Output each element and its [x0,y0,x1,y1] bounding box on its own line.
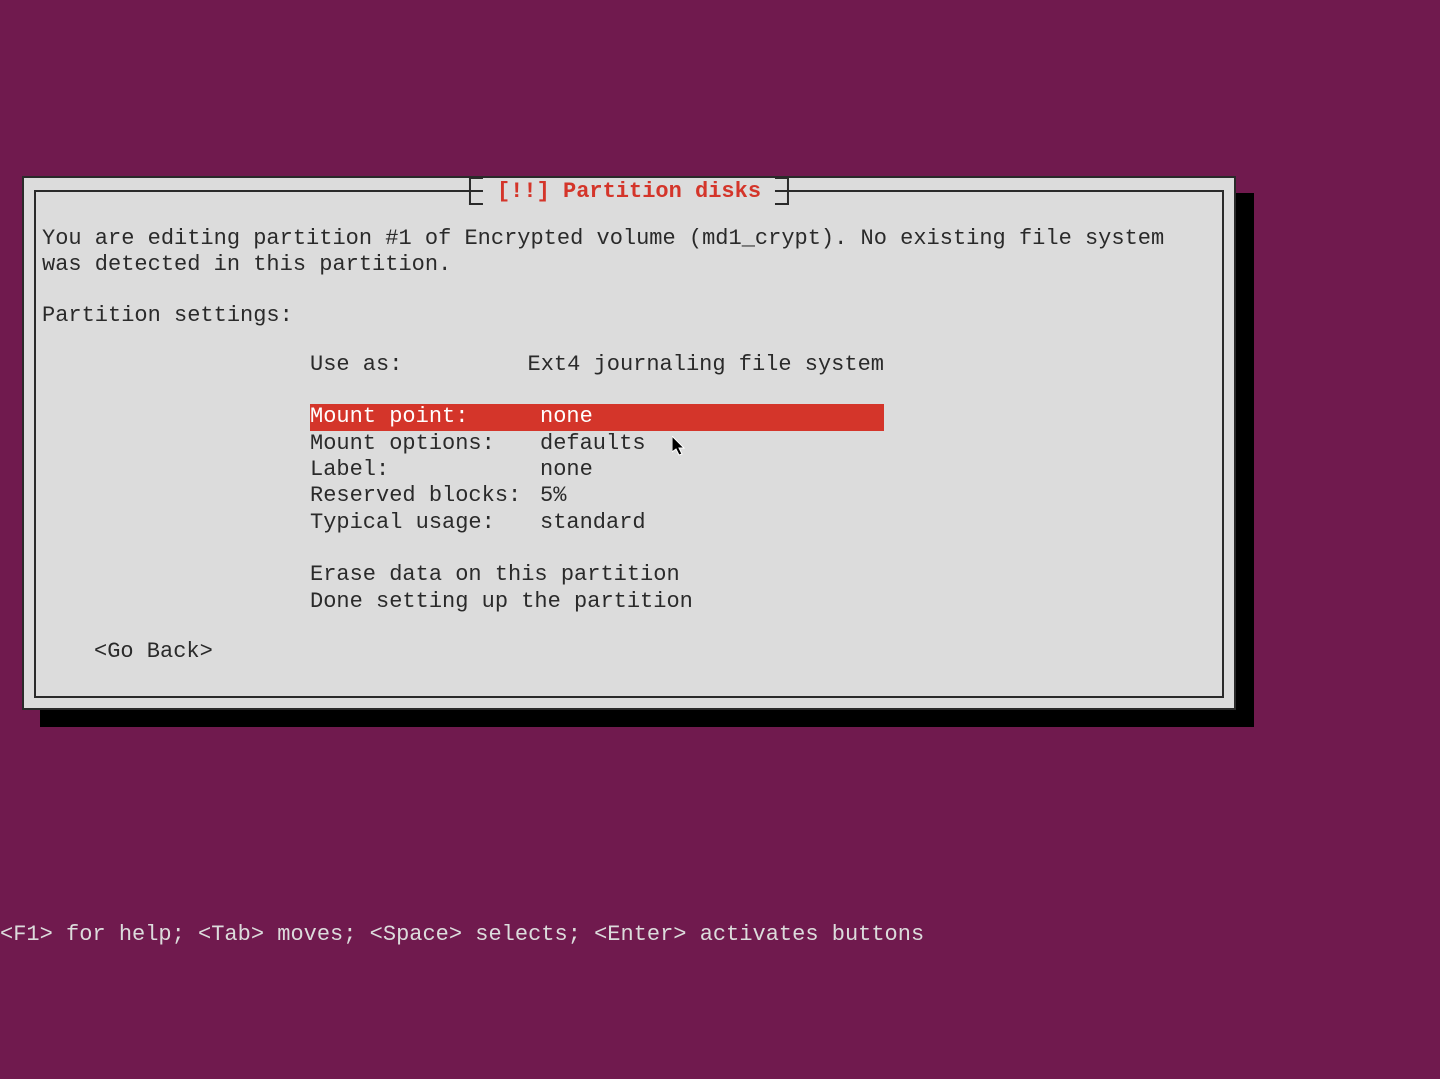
title-bracket-left [469,177,483,205]
dialog-title: [!!] Partition disks [483,179,775,204]
dialog-inner-border [34,190,1224,698]
partition-dialog: [!!] Partition disks You are editing par… [22,176,1236,710]
dialog-title-wrap: [!!] Partition disks [469,178,789,205]
title-bracket-right [775,177,789,205]
help-bar: <F1> for help; <Tab> moves; <Space> sele… [0,922,924,947]
